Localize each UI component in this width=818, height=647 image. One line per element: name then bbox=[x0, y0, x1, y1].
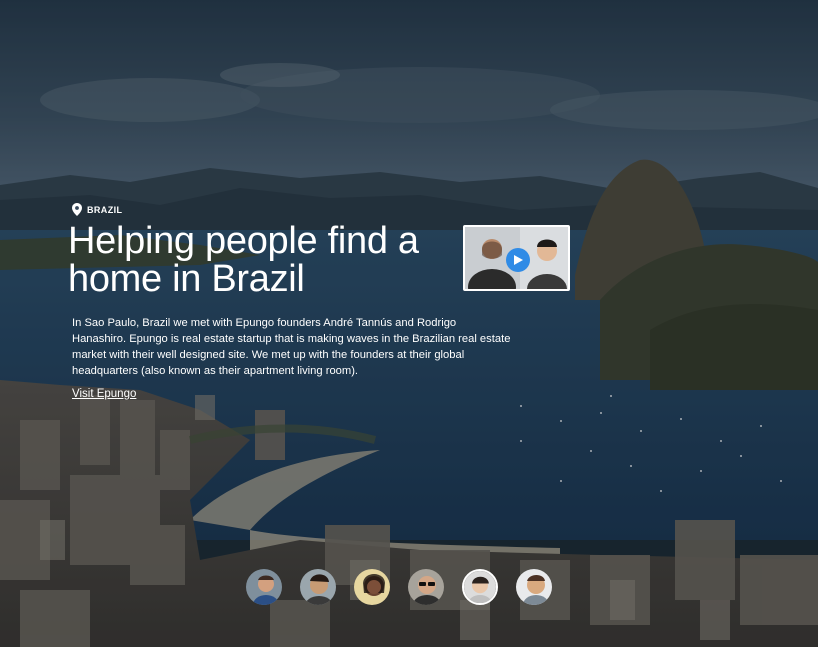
page-title: Helping people find a home in Brazil bbox=[68, 220, 419, 300]
avatar[interactable] bbox=[516, 569, 552, 605]
map-pin-icon bbox=[72, 203, 82, 216]
visit-epungo-link[interactable]: Visit Epungo bbox=[72, 388, 136, 400]
intro-paragraph: In Sao Paulo, Brazil we met with Epungo … bbox=[72, 317, 511, 377]
avatar-selected[interactable] bbox=[462, 569, 498, 605]
founder-avatars bbox=[246, 569, 552, 605]
avatar[interactable] bbox=[300, 569, 336, 605]
avatar[interactable] bbox=[354, 569, 390, 605]
avatar[interactable] bbox=[408, 569, 444, 605]
location-tag: BRAZIL bbox=[72, 203, 122, 216]
location-label: BRAZIL bbox=[87, 204, 123, 215]
play-icon[interactable] bbox=[506, 248, 530, 272]
video-thumbnail[interactable] bbox=[463, 225, 570, 291]
avatar[interactable] bbox=[246, 569, 282, 605]
